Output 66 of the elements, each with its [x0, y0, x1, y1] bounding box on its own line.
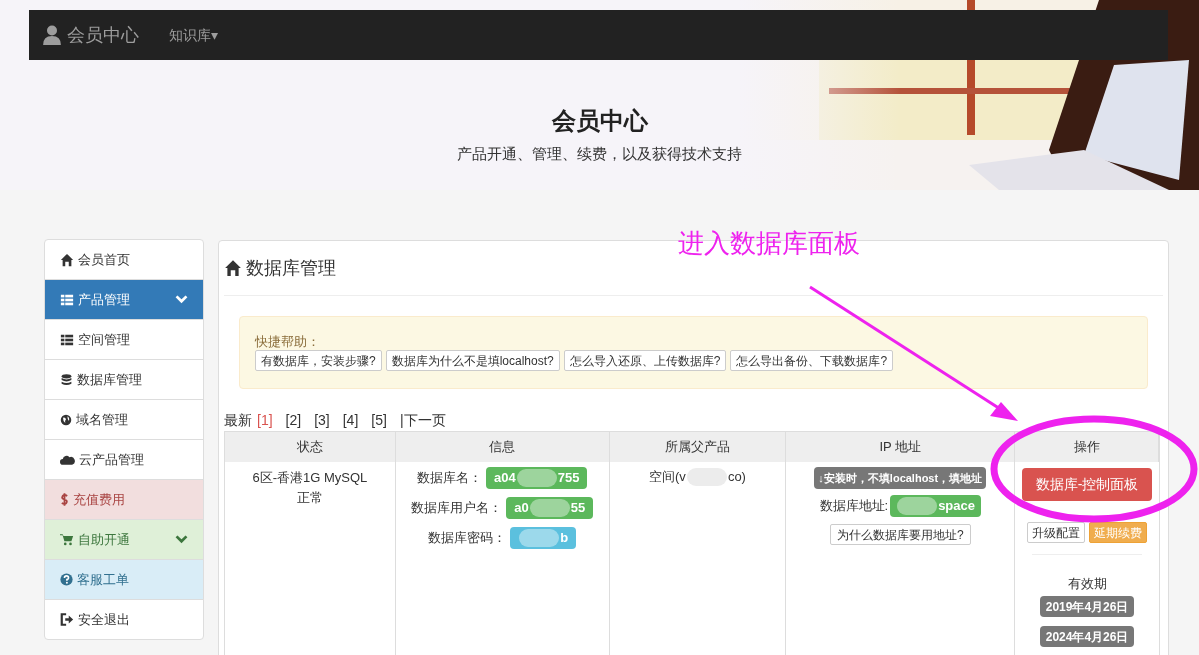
note-badge: ↓安装时，不填localhost，填地址: [814, 467, 987, 489]
column-header: 所属父产品: [609, 432, 787, 462]
help-button[interactable]: 怎么导入还原、上传数据库?: [563, 350, 727, 371]
sidebar-item[interactable]: 云产品管理: [44, 439, 204, 480]
status-text: 正常: [296, 489, 323, 507]
column-header: 信息: [395, 432, 610, 462]
column-header: 状态: [225, 432, 396, 462]
sidebar-item[interactable]: 数据库管理: [44, 359, 204, 400]
field-label: 数据库密码：: [428, 529, 507, 548]
sidebar-item[interactable]: 空间管理: [44, 319, 204, 360]
list-icon: [60, 332, 74, 347]
sidebar-item[interactable]: 安全退出: [44, 599, 204, 640]
page-link[interactable]: [3]: [314, 409, 330, 431]
chevron-down-icon: [175, 295, 188, 304]
column-header: IP 地址: [786, 432, 1016, 462]
sidebar-item[interactable]: 会员首页: [44, 239, 204, 280]
help-button[interactable]: 怎么导出备份、下载数据库?: [730, 350, 894, 371]
page-link[interactable]: [4]: [342, 409, 359, 431]
control-panel-button[interactable]: 数据库-控制面板: [1021, 468, 1153, 501]
pagination-label: 最新: [224, 410, 252, 430]
database-icon: [60, 372, 73, 387]
help-button[interactable]: 为什么数据库要用地址?: [829, 524, 971, 545]
cart-icon: [60, 533, 74, 546]
logout-icon: [60, 613, 74, 626]
page-subtitle: 产品开通、管理、续费，以及获得技术支持: [456, 144, 743, 164]
validity-label: 有效期: [1067, 575, 1107, 593]
page-link[interactable]: [5]: [371, 409, 387, 431]
date-badge: 2019年4月26日: [1039, 596, 1135, 617]
field-label: 数据库用户名：: [411, 499, 503, 518]
list-icon: [60, 292, 74, 307]
sidebar-item[interactable]: 自助开通: [44, 519, 204, 560]
chevron-down-icon: [175, 535, 188, 544]
help-icon: [60, 573, 73, 586]
value-badge: b: [510, 527, 577, 549]
next-page-link[interactable]: |下一页: [399, 409, 446, 431]
nav-menu-link[interactable]: 知识库▾: [169, 24, 218, 46]
field-label: 数据库名：: [417, 469, 482, 488]
annotation-text: 进入数据库面板: [678, 227, 860, 260]
help-button[interactable]: 有数据库，安装步骤?: [255, 350, 382, 371]
help-label: 快捷帮助：: [255, 333, 321, 350]
parent-product-text: 空间(v co): [649, 467, 746, 487]
page-link[interactable]: [2]: [285, 409, 302, 431]
home-icon: [224, 259, 242, 277]
home-icon: [60, 252, 74, 267]
sidebar-item[interactable]: 产品管理: [44, 279, 204, 320]
panel-title: 数据库管理: [246, 256, 336, 280]
cloud-icon: [60, 453, 75, 466]
user-icon: [43, 25, 61, 45]
column-header: 操作: [1015, 432, 1159, 462]
sidebar-item[interactable]: 域名管理: [44, 399, 204, 440]
value-badge: a04 755: [486, 467, 588, 489]
dollar-icon: [60, 492, 69, 507]
value-badge: a0 55: [506, 497, 594, 519]
action-button[interactable]: 升级配置: [1027, 522, 1086, 543]
sidebar-item[interactable]: 充值费用: [44, 479, 204, 520]
page-title: 会员中心: [550, 106, 649, 136]
date-badge: 2024年4月26日: [1039, 626, 1135, 647]
field-label: 数据库地址:: [819, 497, 889, 516]
sidebar-item[interactable]: 客服工单: [44, 559, 204, 600]
page-link[interactable]: [1]: [257, 409, 273, 431]
value-badge: space: [890, 495, 981, 517]
brand-text: 会员中心: [67, 23, 139, 47]
status-text: 6区-香港1G MySQL: [252, 469, 368, 487]
brand-link[interactable]: 会员中心: [43, 21, 139, 49]
help-button[interactable]: 数据库为什么不是填localhost?: [385, 350, 560, 371]
globe-icon: [60, 413, 72, 426]
